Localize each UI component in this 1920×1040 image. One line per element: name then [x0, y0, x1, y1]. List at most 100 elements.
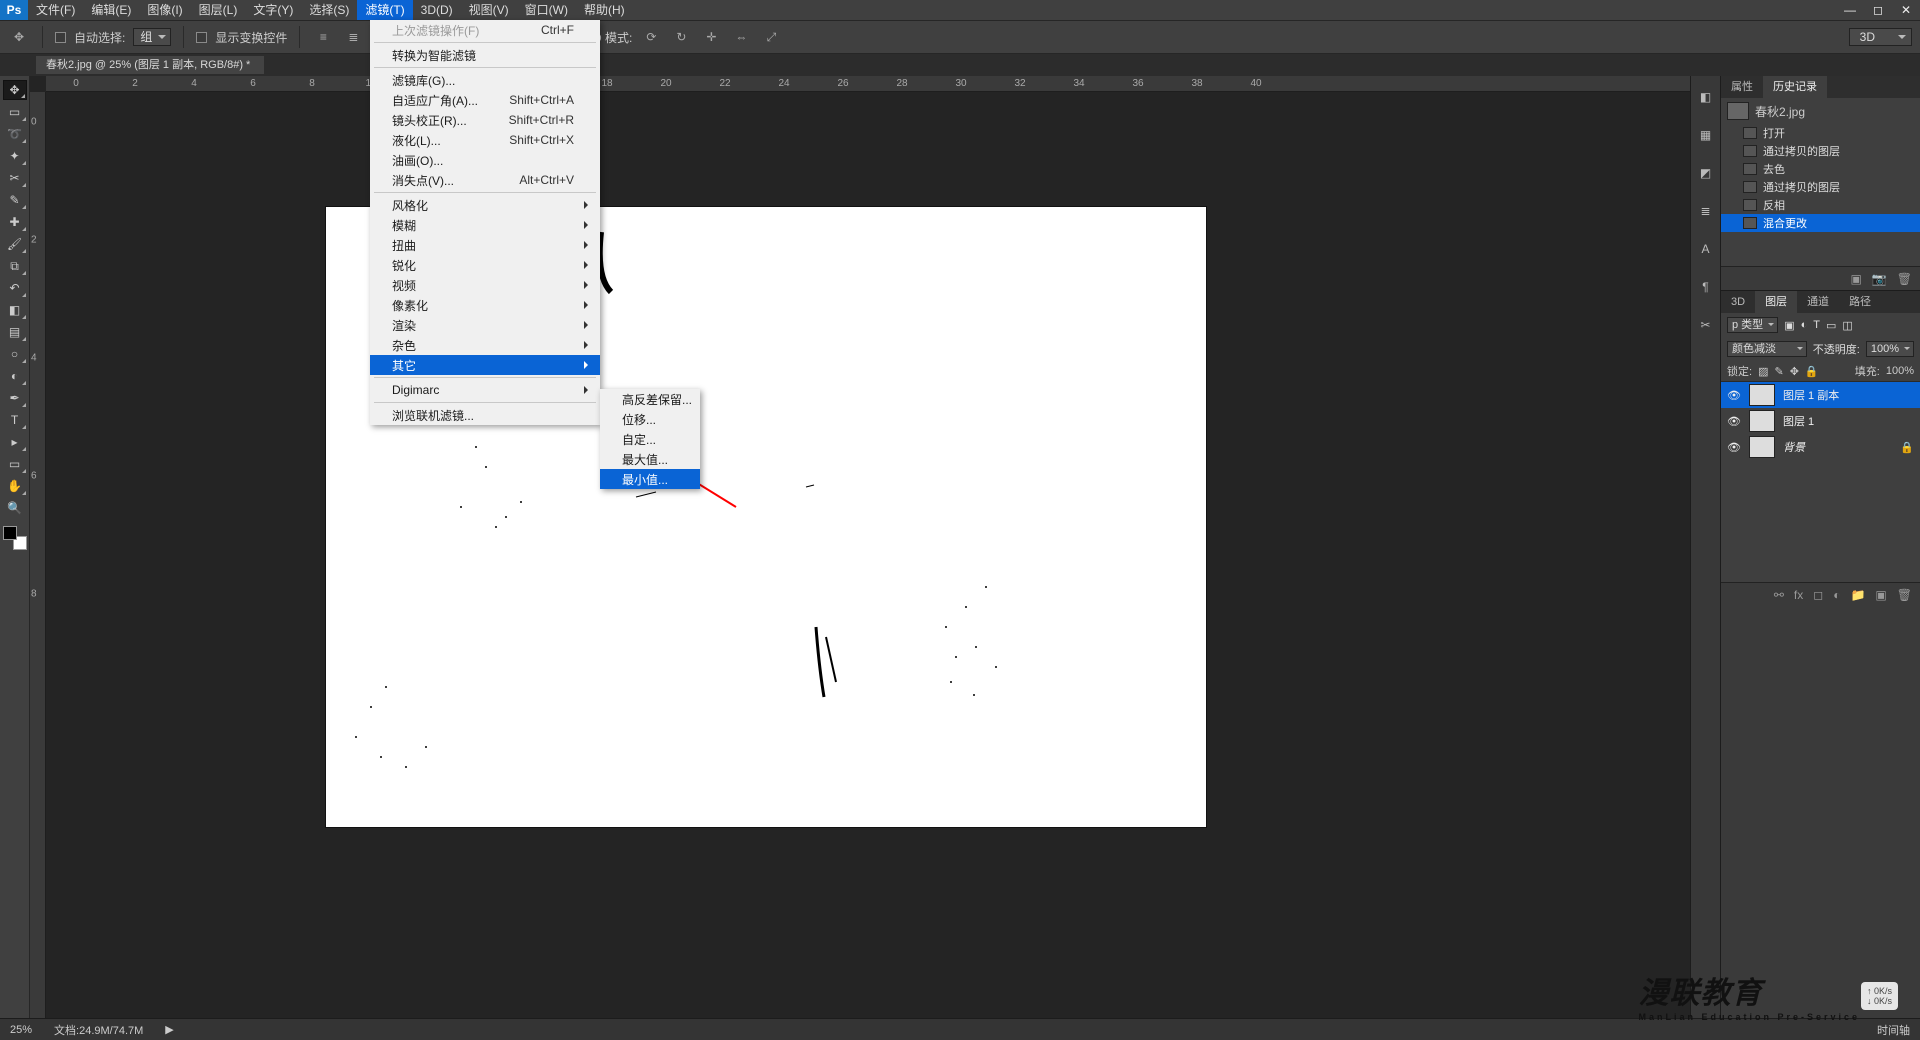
layer-fx-icon[interactable]: fx — [1794, 588, 1803, 602]
link-layers-icon[interactable]: ⚯ — [1774, 588, 1784, 602]
history-brush-tool[interactable]: ↶ — [3, 278, 27, 298]
path-select-tool[interactable]: ▸ — [3, 432, 27, 452]
menu-8[interactable]: 视图(V) — [461, 0, 517, 20]
opacity-value[interactable]: 100% — [1866, 341, 1914, 357]
delete-history-icon[interactable]: 🗑 — [1897, 272, 1912, 286]
filter-sub-8[interactable]: 其它 — [370, 355, 600, 375]
layer-thumb[interactable] — [1749, 384, 1775, 406]
menu-6[interactable]: 滤镜(T) — [357, 0, 412, 20]
character-dock-icon[interactable]: A — [1695, 238, 1717, 260]
filter-sub-7[interactable]: 杂色 — [370, 335, 600, 355]
lock-position-icon[interactable]: ✥ — [1790, 365, 1799, 378]
history-step[interactable]: 通过拷贝的图层 — [1721, 142, 1920, 160]
filter-item-5[interactable]: 消失点(V)...Alt+Ctrl+V — [370, 170, 600, 190]
filter-sub-6[interactable]: 渲染 — [370, 315, 600, 335]
history-step[interactable]: 通过拷贝的图层 — [1721, 178, 1920, 196]
menu-5[interactable]: 选择(S) — [301, 0, 357, 20]
filter-adj-icon[interactable]: ◐ — [1801, 319, 1808, 331]
align-icon[interactable]: ≡ — [312, 26, 334, 48]
history-tab-0[interactable]: 属性 — [1721, 76, 1763, 98]
layers-tab-2[interactable]: 通道 — [1797, 291, 1839, 313]
zoom-tool[interactable]: 🔍 — [3, 498, 27, 518]
layer-thumb[interactable] — [1749, 436, 1775, 458]
magic-wand-tool[interactable]: ✦ — [3, 146, 27, 166]
lock-paint-icon[interactable]: ✎ — [1774, 365, 1783, 378]
filter-img-icon[interactable]: ▣ — [1784, 319, 1794, 332]
minimize-button[interactable]: — — [1836, 0, 1864, 20]
layer-mask-icon[interactable]: ◻ — [1813, 588, 1823, 602]
snapshot-icon[interactable]: ▣ — [1850, 272, 1861, 286]
layer-thumb[interactable] — [1749, 410, 1775, 432]
history-tab-1[interactable]: 历史记录 — [1763, 76, 1827, 98]
history-step[interactable]: 反相 — [1721, 196, 1920, 214]
filter-item-4[interactable]: 油画(O)... — [370, 150, 600, 170]
marquee-tool[interactable]: ▭ — [3, 102, 27, 122]
document-tab[interactable]: 春秋2.jpg @ 25% (图层 1 副本, RGB/8#) * — [36, 56, 264, 74]
align-icon-2[interactable]: ≣ — [342, 26, 364, 48]
other-item-3[interactable]: 最大值... — [600, 449, 700, 469]
filter-item-0[interactable]: 滤镜库(G)... — [370, 70, 600, 90]
hand-tool[interactable]: ✋ — [3, 476, 27, 496]
other-item-1[interactable]: 位移... — [600, 409, 700, 429]
clone-stamp-tool[interactable]: ⧉ — [3, 256, 27, 276]
foreground-color[interactable] — [3, 526, 17, 540]
close-button[interactable]: ✕ — [1892, 0, 1920, 20]
visibility-icon[interactable]: 👁 — [1727, 415, 1741, 428]
crop-tool[interactable]: ✂ — [3, 168, 27, 188]
color-swatches[interactable] — [3, 526, 27, 550]
filter-sub-5[interactable]: 像素化 — [370, 295, 600, 315]
healing-tool[interactable]: ✚ — [3, 212, 27, 232]
eyedropper-tool[interactable]: ✎ — [3, 190, 27, 210]
other-item-2[interactable]: 自定... — [600, 429, 700, 449]
lasso-tool[interactable]: ➰ — [3, 124, 27, 144]
auto-select-dropdown[interactable]: 组 — [133, 28, 171, 46]
timeline-label[interactable]: 时间轴 — [1877, 1022, 1910, 1038]
adjustment-layer-icon[interactable]: ◐ — [1833, 588, 1840, 602]
type-tool[interactable]: T — [3, 410, 27, 430]
delete-layer-icon[interactable]: 🗑 — [1897, 588, 1912, 602]
eraser-tool[interactable]: ◧ — [3, 300, 27, 320]
filter-smart-icon[interactable]: ◫ — [1842, 319, 1852, 332]
filter-sub-0[interactable]: 风格化 — [370, 195, 600, 215]
other-item-4[interactable]: 最小值... — [600, 469, 700, 489]
layer-row[interactable]: 👁图层 1 — [1721, 408, 1920, 434]
new-snapshot-icon[interactable]: 📷 — [1872, 272, 1887, 286]
lock-all-icon[interactable]: 🔒 — [1805, 365, 1819, 378]
lock-transparent-icon[interactable]: ▨ — [1758, 365, 1768, 378]
menu-browse-online[interactable]: 浏览联机滤镜... — [370, 405, 600, 425]
3d-orbit-icon[interactable]: ⟳ — [640, 26, 662, 48]
doc-info[interactable]: 文档:24.9M/74.7M — [54, 1022, 143, 1038]
layer-kind-select[interactable]: p 类型 — [1727, 317, 1778, 333]
history-source[interactable]: 春秋2.jpg — [1721, 98, 1920, 124]
dodge-tool[interactable]: ◐ — [3, 366, 27, 386]
filter-sub-1[interactable]: 模糊 — [370, 215, 600, 235]
filter-item-1[interactable]: 自适应广角(A)...Shift+Ctrl+A — [370, 90, 600, 110]
styles-dock-icon[interactable]: ≣ — [1695, 200, 1717, 222]
tools-dock-icon[interactable]: ✂ — [1695, 314, 1717, 336]
maximize-button[interactable]: ◻ — [1864, 0, 1892, 20]
blend-mode-select[interactable]: 颜色减淡 — [1727, 341, 1807, 357]
history-step[interactable]: 打开 — [1721, 124, 1920, 142]
group-icon[interactable]: 📁 — [1850, 588, 1865, 602]
color-dock-icon[interactable]: ◧ — [1695, 86, 1717, 108]
menu-7[interactable]: 3D(D) — [413, 0, 461, 20]
visibility-icon[interactable]: 👁 — [1727, 389, 1741, 402]
menu-last-filter[interactable]: 上次滤镜操作(F) Ctrl+F — [370, 20, 600, 40]
menu-1[interactable]: 编辑(E) — [83, 0, 139, 20]
show-transform-checkbox[interactable] — [196, 32, 207, 43]
menu-digimarc[interactable]: Digimarc — [370, 380, 600, 400]
layers-tab-1[interactable]: 图层 — [1755, 291, 1797, 313]
other-item-0[interactable]: 高反差保留... — [600, 389, 700, 409]
paragraph-dock-icon[interactable]: ¶ — [1695, 276, 1717, 298]
menu-2[interactable]: 图像(I) — [139, 0, 190, 20]
menu-4[interactable]: 文字(Y) — [245, 0, 301, 20]
auto-select-checkbox[interactable] — [55, 32, 66, 43]
new-layer-icon[interactable]: ▣ — [1875, 588, 1886, 602]
move-tool[interactable]: ✥ — [3, 80, 27, 100]
blur-tool[interactable]: ○ — [3, 344, 27, 364]
adjustments-dock-icon[interactable]: ◩ — [1695, 162, 1717, 184]
filter-sub-4[interactable]: 视频 — [370, 275, 600, 295]
3d-workspace-select[interactable]: 3D — [1849, 28, 1912, 46]
menu-convert-smart[interactable]: 转换为智能滤镜 — [370, 45, 600, 65]
filter-sub-2[interactable]: 扭曲 — [370, 235, 600, 255]
